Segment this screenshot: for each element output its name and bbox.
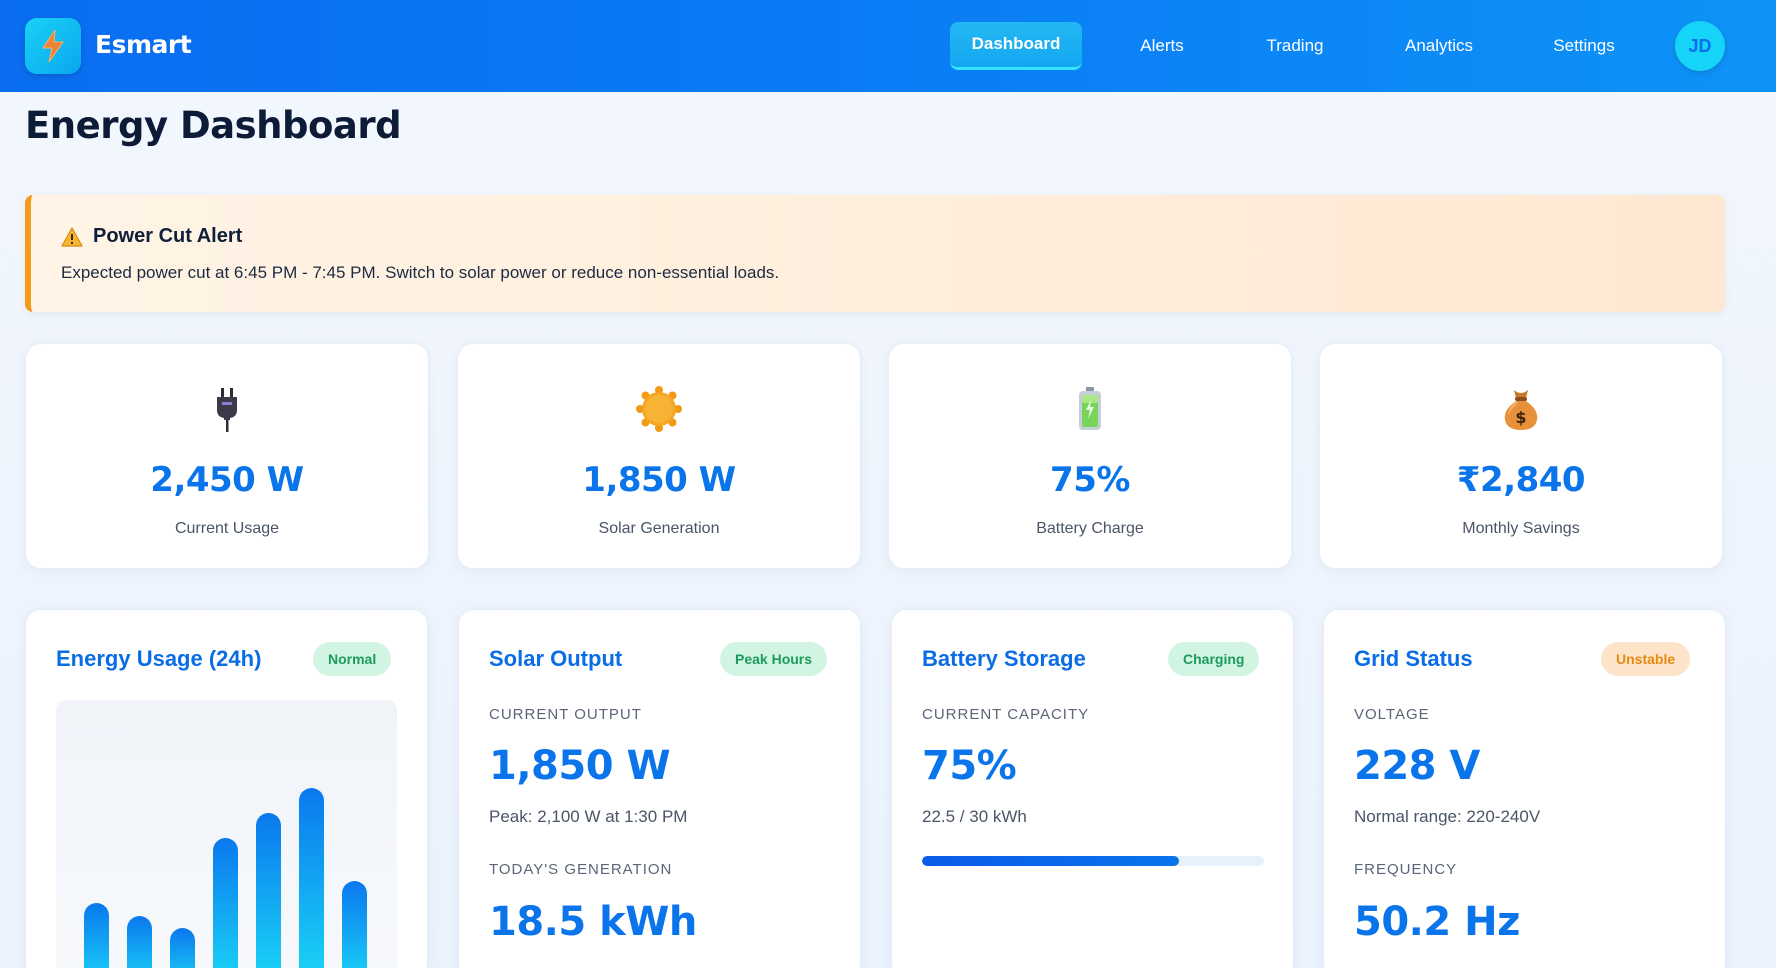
- solar-peak-text: Peak: 2,100 W at 1:30 PM: [489, 807, 688, 826]
- today-generation-label: TODAY'S GENERATION: [489, 861, 673, 878]
- battery-charge-value: 75%: [1050, 460, 1130, 500]
- plug-icon: [217, 388, 237, 432]
- alert-title-row: Power Cut Alert: [61, 225, 242, 248]
- solar-output-title: Solar Output: [489, 646, 623, 671]
- stat-card-current-usage: 2,450 W Current Usage: [25, 343, 429, 569]
- power-cut-alert: Power Cut Alert Expected power cut at 6:…: [25, 195, 1725, 312]
- frequency-label: FREQUENCY: [1354, 861, 1458, 878]
- usage-bar: [299, 788, 324, 968]
- voltage-value: 228 V: [1354, 743, 1480, 789]
- voltage-range: Normal range: 220-240V: [1354, 807, 1541, 826]
- usage-status-badge: Normal: [313, 642, 392, 676]
- user-avatar[interactable]: JD: [1675, 21, 1725, 71]
- stat-card-solar-generation: 1,850 W Solar Generation: [457, 343, 861, 569]
- current-output-value: 1,850 W: [489, 743, 671, 789]
- battery-icon: [1079, 387, 1101, 430]
- energy-usage-chart: [56, 700, 397, 968]
- battery-status-badge: Charging: [1168, 642, 1260, 676]
- current-usage-value: 2,450 W: [150, 460, 304, 500]
- energy-usage-panel: Energy Usage (24h) Normal: [25, 609, 428, 968]
- current-output-label: CURRENT OUTPUT: [489, 706, 642, 723]
- alert-title: Power Cut Alert: [93, 225, 243, 247]
- energy-usage-title: Energy Usage (24h): [56, 646, 262, 671]
- current-capacity-value: 75%: [922, 743, 1017, 789]
- current-capacity-label: CURRENT CAPACITY: [922, 706, 1090, 723]
- alert-message: Expected power cut at 6:45 PM - 7:45 PM.…: [61, 263, 780, 282]
- nav-dashboard[interactable]: Dashboard: [950, 22, 1082, 70]
- stat-card-battery-charge: 75% Battery Charge: [888, 343, 1292, 569]
- usage-bar: [170, 928, 195, 968]
- battery-progress-fill: [922, 856, 1179, 866]
- nav-analytics[interactable]: Analytics: [1394, 22, 1484, 70]
- voltage-label: VOLTAGE: [1354, 706, 1430, 723]
- svg-text:$: $: [1515, 408, 1526, 427]
- battery-progress-bar: [922, 856, 1264, 866]
- stat-card-monthly-savings: $ ₹2,840 Monthly Savings: [1319, 343, 1723, 569]
- monthly-savings-label: Monthly Savings: [1462, 520, 1580, 537]
- grid-status-panel: Grid Status Unstable VOLTAGE 228 V Norma…: [1323, 609, 1726, 968]
- nav-settings[interactable]: Settings: [1538, 22, 1630, 70]
- usage-bar: [127, 916, 152, 968]
- grid-status-title: Grid Status: [1354, 646, 1473, 671]
- money-bag-icon: $: [1504, 390, 1538, 430]
- nav-trading[interactable]: Trading: [1250, 22, 1340, 70]
- sun-icon: [636, 386, 682, 432]
- monthly-savings-value: ₹2,840: [1456, 460, 1586, 500]
- grid-status-badge: Unstable: [1601, 642, 1691, 676]
- usage-bar: [342, 881, 367, 968]
- usage-bar: [84, 903, 109, 968]
- solar-generation-value: 1,850 W: [582, 460, 736, 500]
- usage-bar: [213, 838, 238, 968]
- top-navigation-bar: Esmart Dashboard Alerts Trading Analytic…: [0, 0, 1776, 92]
- main-nav: Dashboard Alerts Trading Analytics Setti…: [0, 22, 1776, 70]
- page-title: Energy Dashboard: [25, 104, 402, 147]
- solar-generation-label: Solar Generation: [598, 520, 720, 537]
- battery-storage-panel: Battery Storage Charging CURRENT CAPACIT…: [891, 609, 1294, 968]
- nav-alerts[interactable]: Alerts: [1120, 22, 1204, 70]
- usage-bar: [256, 813, 281, 968]
- current-usage-label: Current Usage: [174, 520, 280, 537]
- today-generation-value: 18.5 kWh: [489, 899, 697, 945]
- frequency-value: 50.2 Hz: [1354, 899, 1520, 945]
- solar-status-badge: Peak Hours: [720, 642, 828, 676]
- capacity-detail: 22.5 / 30 kWh: [922, 807, 1027, 826]
- battery-charge-label: Battery Charge: [1036, 520, 1144, 537]
- battery-storage-title: Battery Storage: [922, 646, 1086, 671]
- warning-icon: [61, 226, 83, 247]
- solar-output-panel: Solar Output Peak Hours CURRENT OUTPUT 1…: [458, 609, 861, 968]
